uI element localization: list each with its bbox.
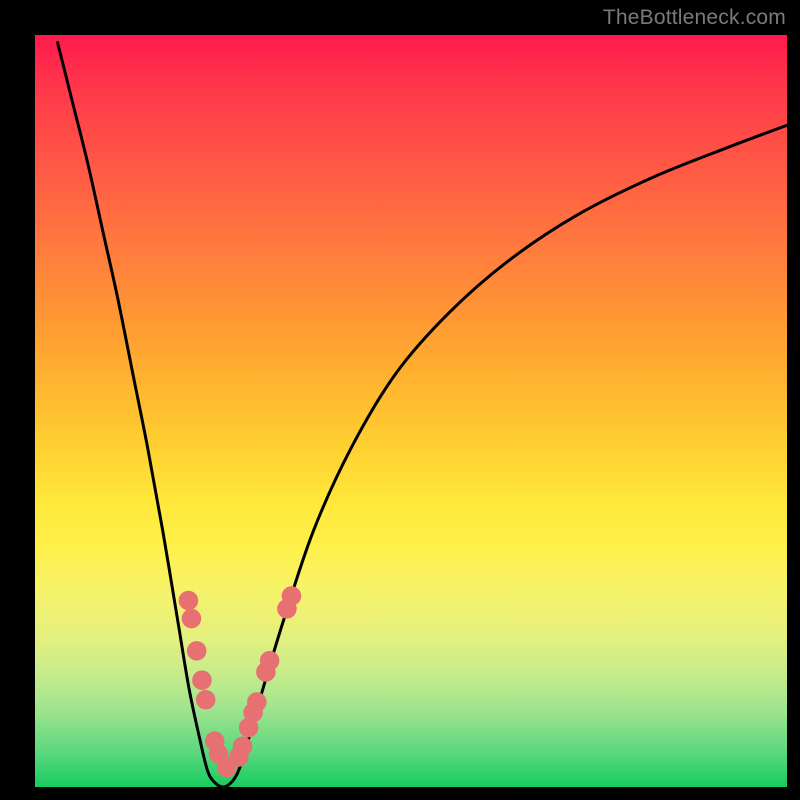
curve-marker <box>233 737 253 757</box>
curve-marker <box>260 651 280 671</box>
curve-marker <box>182 609 202 629</box>
curve-markers <box>179 586 302 777</box>
curve-marker <box>187 641 207 661</box>
watermark-text: TheBottleneck.com <box>603 6 786 30</box>
curve-marker <box>282 586 302 606</box>
curve-marker <box>247 692 267 712</box>
bottleneck-curve-path <box>58 43 787 787</box>
curve-marker <box>192 670 212 690</box>
curve-marker <box>179 591 199 611</box>
curve-marker <box>196 690 216 710</box>
chart-stage: TheBottleneck.com <box>0 0 800 800</box>
curve-svg <box>35 35 787 787</box>
plot-area <box>35 35 787 787</box>
